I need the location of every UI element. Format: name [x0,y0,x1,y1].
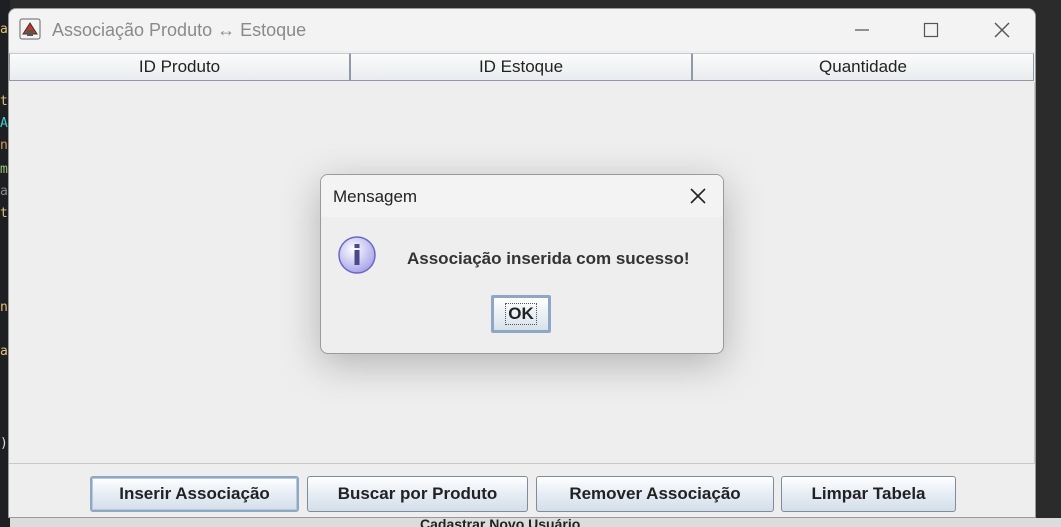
search-by-product-button[interactable]: Buscar por Produto [307,476,528,512]
java-app-icon [19,18,41,40]
maximize-icon [923,22,939,38]
column-header-quantidade[interactable]: Quantidade [692,53,1034,81]
dialog-title-bar[interactable]: Mensagem [321,175,723,217]
minimize-button[interactable] [839,9,885,51]
maximize-button[interactable] [908,9,954,51]
close-icon [994,22,1010,38]
message-dialog: Mensagem Associação inserida com sucesso… [320,174,724,354]
window-title: Associação Produto ↔ Estoque [52,20,307,40]
remove-association-button[interactable]: Remover Associação [536,476,774,512]
dialog-close-button[interactable] [673,175,723,217]
close-button[interactable] [979,9,1025,51]
table-header: ID Produto ID Estoque Quantidade [9,53,1035,81]
dialog-title: Mensagem [333,187,418,206]
ok-button[interactable]: OK [491,295,551,333]
column-header-id-produto[interactable]: ID Produto [9,53,350,81]
insert-association-button[interactable]: Inserir Associação [90,476,299,512]
dialog-message: Associação inserida com sucesso! [407,249,690,268]
background-label: Cadastrar Novo Usuário [420,518,581,527]
minimize-icon [855,29,869,31]
column-header-id-estoque[interactable]: ID Estoque [350,53,692,81]
clear-table-button[interactable]: Limpar Tabela [781,476,956,512]
background-window-strip: Cadastrar Novo Usuário [10,518,1061,527]
close-icon [690,188,706,204]
title-bar[interactable]: Associação Produto ↔ Estoque [9,9,1035,51]
info-icon [338,236,376,274]
